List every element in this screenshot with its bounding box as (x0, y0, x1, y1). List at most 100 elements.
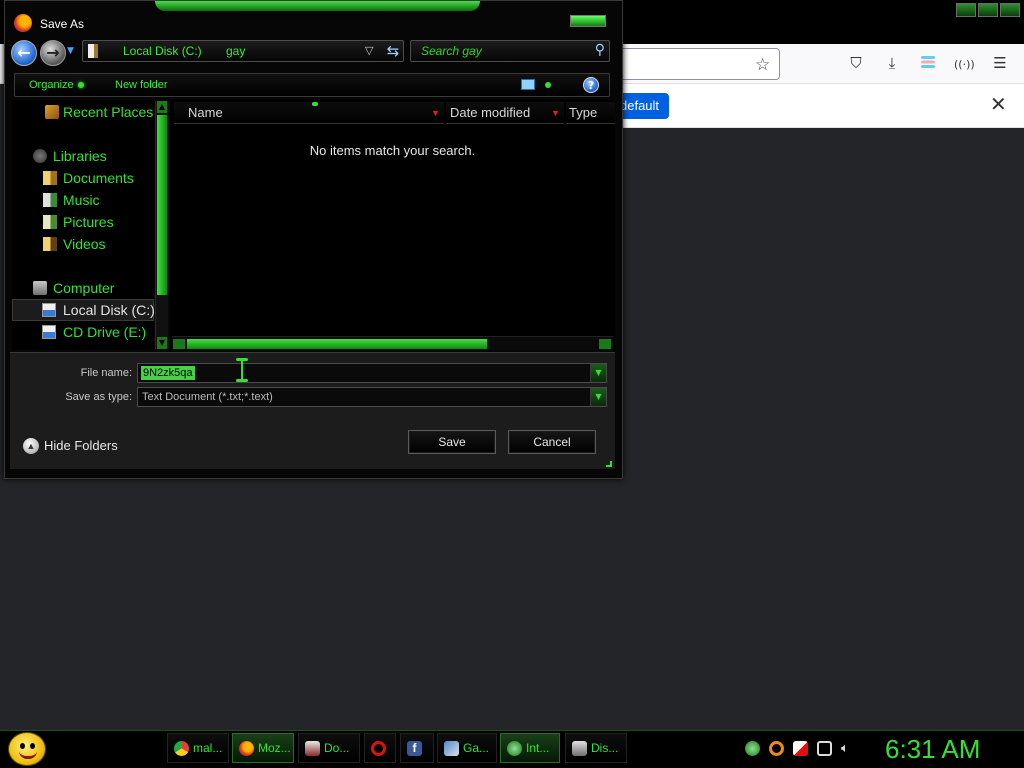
empty-message: No items match your search. (309, 143, 476, 158)
nav-item-videos[interactable]: Videos (12, 234, 154, 254)
new-folder-button[interactable]: New folder (115, 79, 168, 91)
recent-places-icon (45, 105, 59, 119)
facebook-icon: f (407, 741, 422, 756)
address-bar[interactable]: Local Disk (C:) gay ▽ ⇆ (82, 40, 404, 62)
firefox-icon (239, 741, 254, 756)
chevron-up-icon: ▲ (23, 438, 39, 454)
nav-item-music[interactable]: Music (12, 190, 154, 210)
save-as-type-label: Save as type: (65, 391, 132, 403)
scroll-thumb[interactable] (157, 115, 167, 295)
column-label: Date modified (450, 105, 531, 120)
chrome-icon (174, 741, 189, 756)
profile-icon[interactable] (918, 54, 938, 74)
chevron-down-icon[interactable]: ▼ (590, 388, 606, 406)
disk-icon (572, 741, 587, 756)
taskbar-item-label: Int... (526, 741, 550, 755)
search-icon[interactable]: ⚲ (595, 42, 605, 58)
forward-button[interactable]: → (40, 40, 66, 66)
dialog-close-button[interactable] (570, 15, 606, 27)
nav-item-computer[interactable]: Computer (12, 278, 154, 298)
nav-item-label: Videos (63, 236, 106, 252)
pocket-icon[interactable]: ⛉ (846, 54, 866, 72)
nav-item-label: Pictures (63, 214, 114, 230)
column-header-type[interactable]: Type (566, 102, 615, 124)
taskbar-item-internet[interactable]: Int... (500, 733, 560, 763)
refresh-icon[interactable]: ⇆ (383, 41, 403, 61)
title-glow (155, 1, 480, 11)
organize-button[interactable]: Organize (29, 79, 84, 91)
breadcrumb-gay[interactable]: gay (226, 44, 245, 58)
url-bar[interactable] (600, 48, 780, 80)
nav-item-label: Libraries (53, 148, 107, 164)
internet-icon (507, 741, 522, 756)
nav-item-recent-places[interactable]: Recent Places (12, 102, 154, 122)
save-button[interactable]: Save (408, 430, 496, 454)
nav-item-libraries[interactable]: Libraries (12, 146, 154, 166)
column-header-date[interactable]: Date modified ▼ (446, 102, 564, 124)
clock[interactable]: 6:31 AM (885, 731, 980, 767)
scroll-left-arrow[interactable] (173, 339, 185, 349)
recent-locations-dropdown[interactable]: ▼ (67, 46, 74, 56)
scroll-right-arrow[interactable] (599, 339, 611, 349)
start-button[interactable] (8, 732, 46, 766)
column-dropdown-icon[interactable]: ▼ (431, 102, 443, 124)
taskbar-item-document[interactable]: Do... (298, 733, 360, 763)
nav-item-cd-drive[interactable]: CD Drive (E:) (12, 322, 154, 342)
nav-item-label: Documents (63, 170, 134, 186)
breadcrumb-local-disk[interactable]: Local Disk (C:) (123, 44, 202, 58)
taskbar-item-facebook[interactable]: f (400, 733, 434, 763)
back-button[interactable]: ← (11, 40, 37, 66)
taskbar-item-opera[interactable] (364, 733, 396, 763)
file-name-label: File name: (80, 367, 132, 379)
scroll-up-arrow[interactable]: ▲ (157, 101, 167, 113)
minimize-button[interactable] (956, 3, 976, 17)
close-icon[interactable]: ✕ (990, 92, 1007, 116)
scroll-down-arrow[interactable]: ▼ (157, 337, 167, 349)
dialog-title: Save As (40, 17, 85, 31)
file-list-scrollbar[interactable] (172, 336, 613, 350)
download-icon[interactable]: ⤓ (882, 54, 902, 72)
nav-item-local-disk[interactable]: Local Disk (C:) (12, 299, 155, 321)
column-dropdown-icon[interactable]: ▼ (551, 102, 563, 124)
column-label: Name (188, 105, 223, 120)
save-as-type-select[interactable]: Text Document (*.txt;*.text) ▼ (137, 387, 607, 407)
file-name-field[interactable]: 9N2zk5qa ▼ (137, 363, 607, 383)
search-icon[interactable] (769, 741, 784, 756)
search-input[interactable]: Search gay ⚲ (410, 40, 610, 62)
volume-icon[interactable]: 🔈︎ (841, 741, 856, 756)
chevron-down-icon[interactable]: ▼ (590, 364, 606, 382)
nav-item-label: Music (63, 192, 100, 208)
chevron-down-icon[interactable]: ▽ (365, 44, 373, 57)
search-placeholder: Search gay (421, 44, 482, 58)
view-icon[interactable] (521, 79, 535, 90)
taskbar-item-chrome[interactable]: mal... (167, 733, 229, 763)
action-center-icon[interactable] (793, 741, 808, 756)
network-icon[interactable] (745, 741, 760, 756)
menu-icon[interactable]: ☰ (990, 54, 1010, 72)
column-header-name[interactable]: Name ▼ (174, 102, 444, 124)
back-arrow-icon: ← (17, 43, 31, 62)
forward-arrow-icon: → (46, 43, 60, 62)
file-list: Name ▼ Date modified ▼ Type No items mat… (170, 100, 615, 350)
display-icon[interactable] (817, 741, 832, 756)
taskbar-item-gallery[interactable]: Ga... (437, 733, 497, 763)
close-button[interactable] (1000, 3, 1020, 17)
nav-item-label: Computer (53, 280, 115, 296)
hide-folders-label: Hide Folders (44, 438, 118, 453)
help-icon[interactable]: ? (583, 77, 599, 93)
cancel-button[interactable]: Cancel (508, 430, 596, 454)
scroll-thumb[interactable] (187, 339, 487, 349)
nav-item-pictures[interactable]: Pictures (12, 212, 154, 232)
nav-scrollbar[interactable]: ▲ ▼ (155, 101, 168, 349)
star-icon[interactable]: ☆ (755, 55, 770, 75)
maximize-button[interactable] (978, 3, 998, 17)
taskbar-item-disk[interactable]: Dis... (565, 733, 627, 763)
resize-grip-icon[interactable] (606, 461, 612, 467)
cd-drive-icon (42, 325, 56, 339)
nav-item-documents[interactable]: Documents (12, 168, 154, 188)
navigation-pane: Recent Places Libraries Documents Music … (12, 100, 155, 350)
taskbar-item-firefox[interactable]: Moz... (232, 733, 294, 763)
view-options-dot-icon[interactable] (545, 82, 551, 88)
extensions-icon[interactable]: ((·)) (954, 58, 975, 71)
taskbar-item-label: Moz... (258, 741, 291, 755)
